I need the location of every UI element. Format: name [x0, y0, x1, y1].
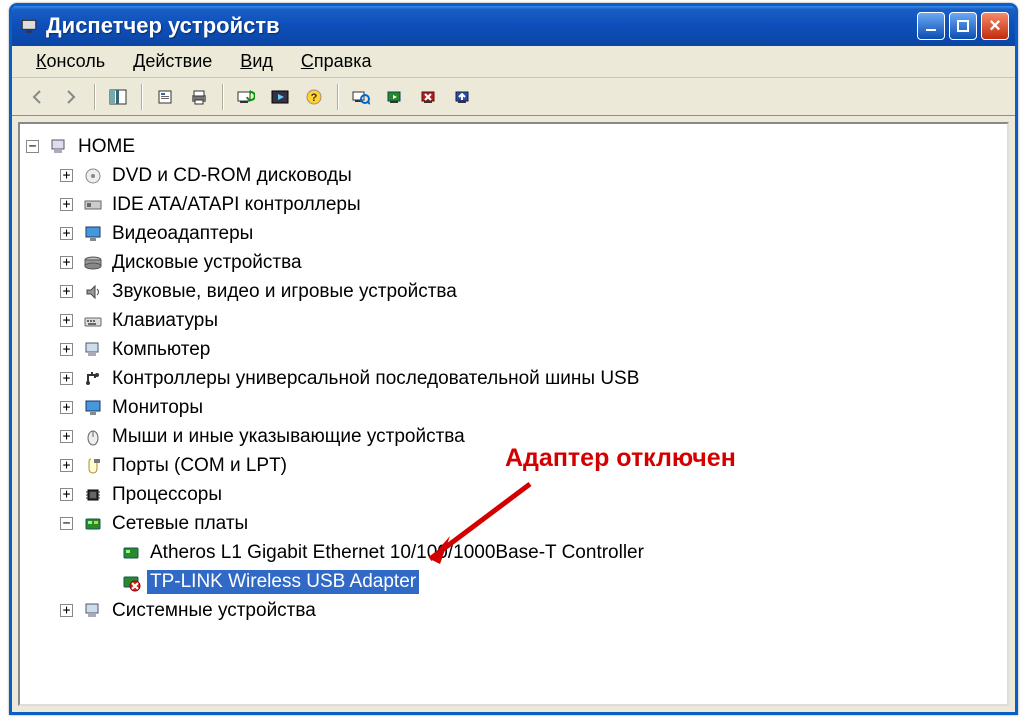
menu-help[interactable]: Справка: [287, 49, 386, 74]
system-icon: [83, 601, 103, 621]
disc-icon: [83, 166, 103, 186]
expand-toggle[interactable]: +: [60, 343, 73, 356]
expand-toggle[interactable]: +: [60, 459, 73, 472]
close-button[interactable]: ×: [981, 12, 1009, 40]
tree-item-label[interactable]: TP-LINK Wireless USB Adapter: [147, 570, 419, 594]
tree-category-11[interactable]: + Процессоры: [26, 480, 1001, 509]
tree-item-label[interactable]: HOME: [75, 135, 138, 159]
tree-category-12[interactable]: − Сетевые платы: [26, 509, 1001, 538]
tree-item-label[interactable]: Порты (COM и LPT): [109, 454, 290, 478]
expand-toggle[interactable]: +: [60, 604, 73, 617]
tree-root[interactable]: − HOME: [26, 132, 1001, 161]
disable-button[interactable]: [416, 84, 442, 110]
expand-toggle[interactable]: +: [60, 227, 73, 240]
tree-category-4[interactable]: + Звуковые, видео и игровые устройства: [26, 277, 1001, 306]
disk-icon: [83, 253, 103, 273]
tree-item-label[interactable]: Системные устройства: [109, 599, 319, 623]
tree-category-5[interactable]: + Клавиатуры: [26, 306, 1001, 335]
app-icon: [20, 17, 38, 35]
expand-toggle[interactable]: −: [26, 140, 39, 153]
tree-item-label[interactable]: Дисковые устройства: [109, 251, 305, 275]
tree-category-1[interactable]: + IDE ATA/ATAPI контроллеры: [26, 190, 1001, 219]
monitor-icon: [83, 398, 103, 418]
enable-button[interactable]: [382, 84, 408, 110]
menu-action[interactable]: Действие: [119, 49, 226, 74]
tree-category-13[interactable]: + Системные устройства: [26, 596, 1001, 625]
show-hide-tree-button[interactable]: [105, 84, 131, 110]
toolbar-divider: [94, 84, 95, 110]
expand-toggle[interactable]: +: [60, 285, 73, 298]
tree-device-12-0[interactable]: +Atheros L1 Gigabit Ethernet 10/100/1000…: [26, 538, 1001, 567]
expand-toggle[interactable]: −: [60, 517, 73, 530]
menu-console[interactable]: Консоль: [22, 49, 119, 74]
view-button[interactable]: [267, 84, 293, 110]
update-driver-button[interactable]: [450, 84, 476, 110]
mouse-icon: [83, 427, 103, 447]
tree-item-label[interactable]: IDE ATA/ATAPI контроллеры: [109, 193, 364, 217]
tree-item-label[interactable]: Процессоры: [109, 483, 225, 507]
forward-button[interactable]: [58, 84, 84, 110]
print-button[interactable]: [186, 84, 212, 110]
svg-text:?: ?: [311, 92, 318, 104]
network-icon: [83, 514, 103, 534]
tree-item-label[interactable]: Компьютер: [109, 338, 213, 362]
port-icon: [83, 456, 103, 476]
cpu-icon: [83, 485, 103, 505]
toolbar: ?: [12, 78, 1015, 116]
toolbar-divider: [337, 84, 338, 110]
tree-item-label[interactable]: Мониторы: [109, 396, 206, 420]
toolbar-divider: [222, 84, 223, 110]
ide-icon: [83, 195, 103, 215]
usb-icon: [83, 369, 103, 389]
expand-toggle[interactable]: +: [60, 430, 73, 443]
expand-toggle[interactable]: +: [60, 198, 73, 211]
expand-toggle[interactable]: +: [60, 488, 73, 501]
tree-category-0[interactable]: + DVD и CD-ROM дисководы: [26, 161, 1001, 190]
tree-category-8[interactable]: + Мониторы: [26, 393, 1001, 422]
tree-item-label[interactable]: Звуковые, видео и игровые устройства: [109, 280, 460, 304]
toolbar-divider: [141, 84, 142, 110]
tree-item-label[interactable]: Сетевые платы: [109, 512, 251, 536]
tree-category-2[interactable]: + Видеоадаптеры: [26, 219, 1001, 248]
menu-view[interactable]: Вид: [226, 49, 287, 74]
tree-item-label[interactable]: Atheros L1 Gigabit Ethernet 10/100/1000B…: [147, 541, 647, 565]
help-button[interactable]: ?: [301, 84, 327, 110]
tree-item-label[interactable]: Видеоадаптеры: [109, 222, 256, 246]
network-err-icon: [121, 572, 141, 592]
sound-icon: [83, 282, 103, 302]
titlebar[interactable]: Диспетчер устройств ×: [12, 6, 1015, 46]
window-title: Диспетчер устройств: [46, 13, 913, 39]
properties-button[interactable]: [152, 84, 178, 110]
back-button[interactable]: [24, 84, 50, 110]
tree-category-6[interactable]: + Компьютер: [26, 335, 1001, 364]
expand-toggle[interactable]: +: [60, 256, 73, 269]
tree-category-3[interactable]: + Дисковые устройства: [26, 248, 1001, 277]
tree-item-label[interactable]: DVD и CD-ROM дисководы: [109, 164, 355, 188]
expand-toggle[interactable]: +: [60, 314, 73, 327]
expand-toggle[interactable]: +: [60, 169, 73, 182]
display-icon: [83, 224, 103, 244]
computer-icon: [83, 340, 103, 360]
menubar: Консоль Действие Вид Справка: [12, 46, 1015, 78]
minimize-button[interactable]: [917, 12, 945, 40]
computer-root-icon: [49, 137, 69, 157]
refresh-button[interactable]: [233, 84, 259, 110]
tree-item-label[interactable]: Клавиатуры: [109, 309, 221, 333]
annotation-label: Адаптер отключен: [505, 444, 736, 473]
network-ok-icon: [121, 543, 141, 563]
tree-category-7[interactable]: + Контроллеры универсальной последователь…: [26, 364, 1001, 393]
tree-item-label[interactable]: Мыши и иные указывающие устройства: [109, 425, 468, 449]
keyboard-icon: [83, 311, 103, 331]
expand-toggle[interactable]: +: [60, 401, 73, 414]
maximize-button[interactable]: [949, 12, 977, 40]
device-manager-window: Диспетчер устройств × Консоль Действие В…: [9, 3, 1018, 715]
device-tree-panel[interactable]: −HOME+DVD и CD-ROM дисководы+IDE ATA/ATA…: [18, 122, 1009, 706]
expand-toggle[interactable]: +: [60, 372, 73, 385]
tree-device-12-1[interactable]: +TP-LINK Wireless USB Adapter: [26, 567, 1001, 596]
tree-item-label[interactable]: Контроллеры универсальной последовательн…: [109, 367, 642, 391]
scan-hardware-button[interactable]: [348, 84, 374, 110]
